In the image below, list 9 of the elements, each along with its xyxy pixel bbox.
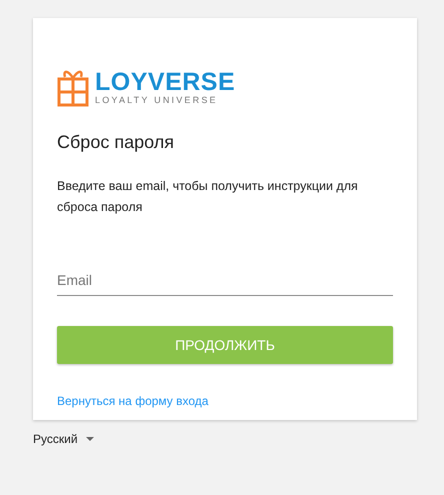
page-title: Сброс пароля: [57, 131, 175, 154]
logo-tagline: LOYALTY UNIVERSE: [95, 96, 219, 104]
continue-button[interactable]: ПРОДОЛЖИТЬ: [57, 326, 393, 364]
language-selector[interactable]: Русский: [33, 430, 94, 448]
caret-icon: [86, 437, 94, 441]
email-field[interactable]: Email: [57, 264, 393, 296]
instructions-text: Введите ваш email, чтобы получить инструкции для сброса пароля: [57, 178, 359, 216]
back-to-login-link[interactable]: Вернуться на форму входа: [57, 394, 208, 408]
logo-name: LOYVERSE: [95, 70, 236, 94]
